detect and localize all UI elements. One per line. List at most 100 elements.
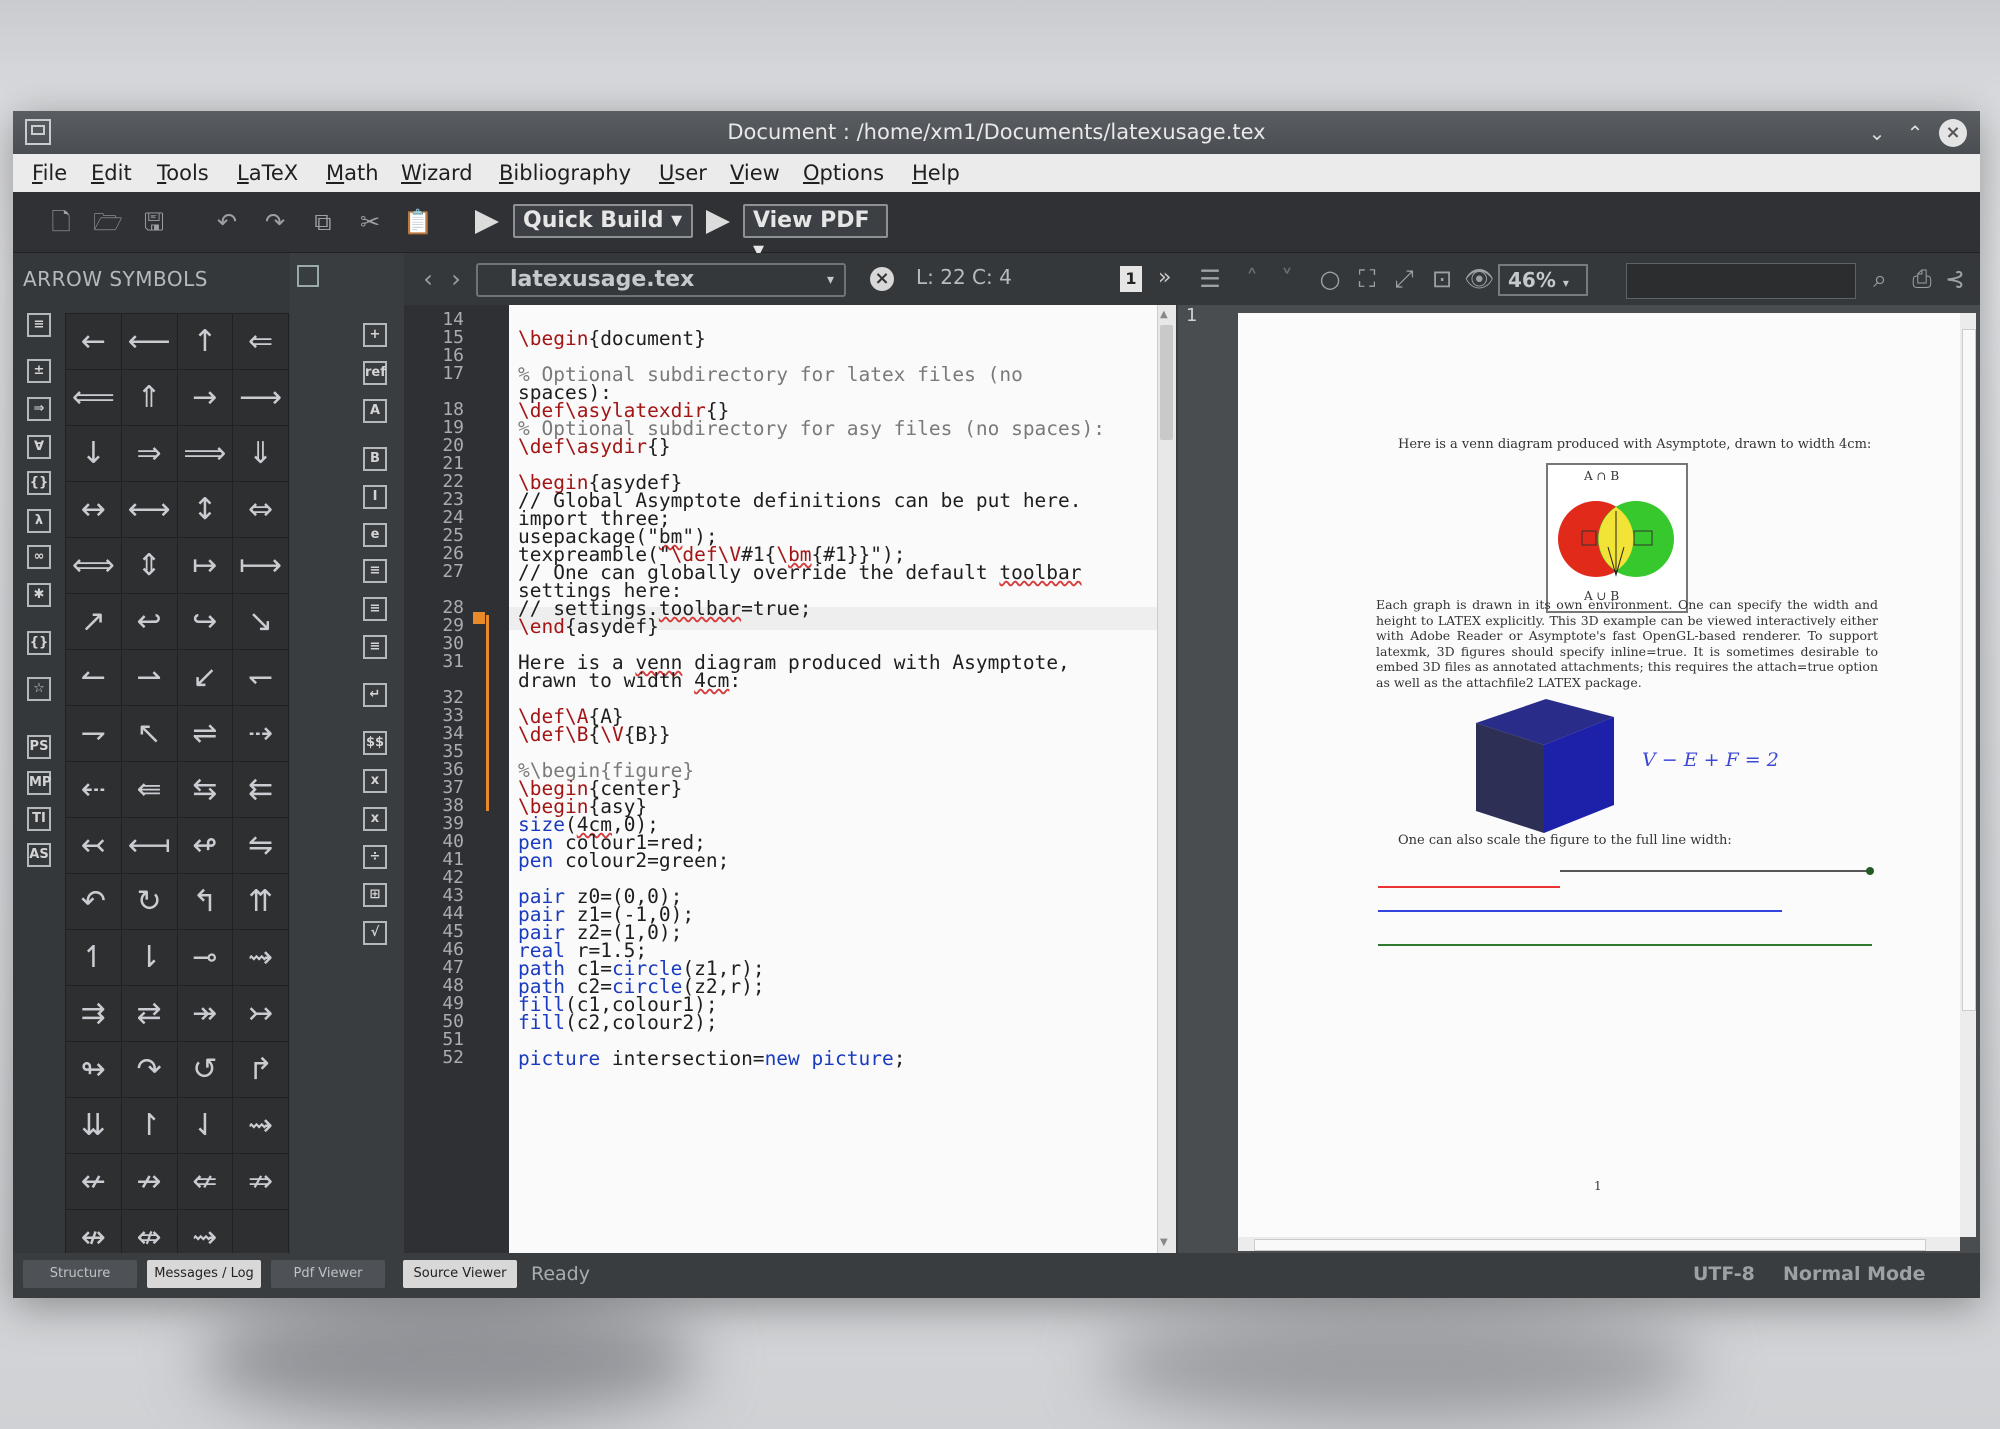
tikz-tab-icon[interactable]: TI xyxy=(27,807,51,831)
pdf-toc-icon[interactable]: ☰ xyxy=(1196,265,1224,293)
arrow-symbol-cell[interactable]: ⇚ xyxy=(120,761,178,818)
structure-tab-icon[interactable]: ≡ xyxy=(27,313,51,337)
pdf-fit-page-icon[interactable]: ⛶ xyxy=(1353,265,1381,293)
arrow-symbol-cell[interactable]: ⇐ xyxy=(232,313,289,370)
emph-icon[interactable]: e xyxy=(363,523,387,547)
code-line[interactable]: pen colour2=green; xyxy=(518,849,729,872)
arrow-symbol-cell[interactable]: ↱ xyxy=(232,1041,289,1098)
arrow-symbol-cell[interactable]: → xyxy=(176,369,234,426)
minimize-icon[interactable]: ⌄ xyxy=(1863,119,1891,147)
tab-pdf-viewer[interactable]: Pdf Viewer xyxy=(271,1260,385,1288)
arrow-symbol-cell[interactable]: ⇂ xyxy=(120,929,178,986)
menu-options[interactable]: Options xyxy=(803,161,884,185)
asymptote-tab-icon[interactable]: AS xyxy=(27,843,51,867)
arrow-symbol-cell[interactable]: ⟼ xyxy=(232,537,289,594)
pdf-hscrollbar[interactable] xyxy=(1238,1237,1960,1251)
arrow-symbol-cell[interactable]: ↓ xyxy=(65,425,122,482)
view-pdf-dropdown[interactable]: View PDF ▾ xyxy=(743,204,888,263)
fraction-icon[interactable]: ÷ xyxy=(363,845,387,869)
arrow-symbol-cell[interactable]: ↘ xyxy=(232,593,289,650)
menu-latex[interactable]: LaTeX xyxy=(237,161,298,185)
view-pdf-run-icon[interactable] xyxy=(706,210,730,234)
insert-label-icon[interactable]: + xyxy=(363,323,387,347)
subscript-icon[interactable]: x xyxy=(363,769,387,793)
arrow-symbol-cell[interactable]: ↼ xyxy=(65,649,122,706)
greek-tab-icon[interactable]: λ xyxy=(27,509,51,533)
pdf-sync-icon[interactable]: ○ xyxy=(1316,265,1344,293)
close-file-icon[interactable]: × xyxy=(870,267,894,291)
arrow-symbol-cell[interactable]: ⇌ xyxy=(176,705,234,762)
arrow-symbol-cell[interactable]: ⇍ xyxy=(176,1153,234,1210)
arrow-symbol-cell[interactable]: ⇕ xyxy=(120,537,178,594)
math-mode-icon[interactable]: $$ xyxy=(363,731,387,755)
arrow-symbol-cell[interactable]: ⇁ xyxy=(65,705,122,762)
arrow-symbol-cell[interactable]: ↽ xyxy=(232,649,289,706)
arrow-symbol-cell[interactable]: ↾ xyxy=(120,1097,178,1154)
code-line[interactable]: drawn to width 4cm: xyxy=(518,669,741,692)
arrow-symbol-cell[interactable]: ↢ xyxy=(65,817,122,874)
pdf-vscrollbar[interactable] xyxy=(1960,313,1976,1237)
arrow-symbol-cell[interactable]: ↚ xyxy=(65,1153,122,1210)
code-line[interactable]: \end{asydef} xyxy=(518,615,659,638)
arrow-symbol-cell[interactable]: ↔ xyxy=(65,481,122,538)
arrow-symbol-cell[interactable]: ↰ xyxy=(176,873,234,930)
pdf-prev-page-icon[interactable]: ˄ xyxy=(1238,265,1266,293)
nav-forward-icon[interactable]: › xyxy=(442,265,470,293)
new-file-icon[interactable]: 🗋 xyxy=(47,208,75,236)
pdf-close-icon[interactable]: ⊰ xyxy=(1941,265,1969,293)
pdf-view-icon[interactable]: 👁 xyxy=(1464,265,1494,293)
user-tab-icon[interactable]: ☆ xyxy=(27,677,51,701)
arrow-symbol-cell[interactable]: ⇢ xyxy=(232,705,289,762)
italic-icon[interactable]: I xyxy=(363,485,387,509)
status-encoding[interactable]: UTF-8 xyxy=(1693,1263,1755,1285)
arrow-symbol-cell[interactable]: ⇠ xyxy=(65,761,122,818)
pdf-viewer[interactable]: 1 Here is a venn diagram produced with A… xyxy=(1178,305,1980,1253)
arrow-symbol-cell[interactable]: ↦ xyxy=(176,537,234,594)
pdf-search-input[interactable] xyxy=(1626,263,1856,299)
more-icon[interactable]: » xyxy=(1158,265,1171,290)
menu-view[interactable]: View xyxy=(730,161,780,185)
arrow-symbol-cell[interactable]: ⇝ xyxy=(232,929,289,986)
menu-tools[interactable]: Tools xyxy=(157,161,209,185)
arrow-symbol-cell[interactable]: ⟸ xyxy=(65,369,122,426)
arrow-symbol-cell[interactable]: ↷ xyxy=(120,1041,178,1098)
align-left-icon[interactable]: ≡ xyxy=(363,559,387,583)
menu-edit[interactable]: Edit xyxy=(91,161,132,185)
arrow-symbol-cell[interactable]: ↑ xyxy=(176,313,234,370)
cut-icon[interactable]: ✂ xyxy=(356,208,384,236)
status-mode[interactable]: Normal Mode xyxy=(1783,1263,1926,1285)
operators-tab-icon[interactable]: ± xyxy=(27,359,51,383)
arrow-symbol-cell[interactable]: ⇏ xyxy=(232,1153,289,1210)
code-line[interactable]: fill(c2,colour2); xyxy=(518,1011,718,1034)
arrow-symbol-cell[interactable]: ⇉ xyxy=(65,985,122,1042)
code-line[interactable]: \def\B{\V{B}} xyxy=(518,723,671,746)
arrow-symbol-cell[interactable]: ↠ xyxy=(176,985,234,1042)
delimiters-tab-icon[interactable]: {} xyxy=(27,471,51,495)
favorites-tab-icon[interactable]: {} xyxy=(27,631,51,655)
arrow-symbol-cell[interactable]: ⇈ xyxy=(232,873,289,930)
arrow-symbol-cell[interactable]: ↕ xyxy=(176,481,234,538)
menu-file[interactable]: File xyxy=(32,161,67,185)
ref-icon[interactable]: ref xyxy=(363,361,387,385)
editor-scrollbar[interactable]: ▲ ▼ xyxy=(1157,305,1176,1253)
misc-math-tab-icon[interactable]: ∞ xyxy=(27,545,51,569)
bold-icon[interactable]: B xyxy=(363,447,387,471)
align-right-icon[interactable]: ≡ xyxy=(363,635,387,659)
bookmark-icon[interactable]: 1 xyxy=(1120,266,1142,292)
arrow-symbol-cell[interactable]: ↗ xyxy=(65,593,122,650)
arrow-symbol-cell[interactable]: ↶ xyxy=(65,873,122,930)
pdf-next-page-icon[interactable]: ˅ xyxy=(1273,265,1301,293)
arrow-symbol-cell[interactable]: ⟻ xyxy=(120,817,178,874)
menu-help[interactable]: Help xyxy=(912,161,960,185)
newline-icon[interactable]: ↵ xyxy=(363,683,387,707)
pstricks-tab-icon[interactable]: PS xyxy=(27,735,51,759)
tab-source-viewer[interactable]: Source Viewer xyxy=(403,1260,517,1288)
build-run-icon[interactable] xyxy=(475,210,499,234)
quick-build-dropdown[interactable]: Quick Build ▾ xyxy=(513,204,693,238)
arrow-symbol-cell[interactable]: ⇑ xyxy=(120,369,178,426)
sqrt-icon[interactable]: √ xyxy=(363,921,387,945)
pdf-print-icon[interactable]: ⎙ xyxy=(1908,265,1936,293)
matrix-icon[interactable]: ⊞ xyxy=(363,883,387,907)
arrow-symbol-cell[interactable]: ⟺ xyxy=(65,537,122,594)
arrow-symbol-cell[interactable]: ⟶ xyxy=(232,369,289,426)
